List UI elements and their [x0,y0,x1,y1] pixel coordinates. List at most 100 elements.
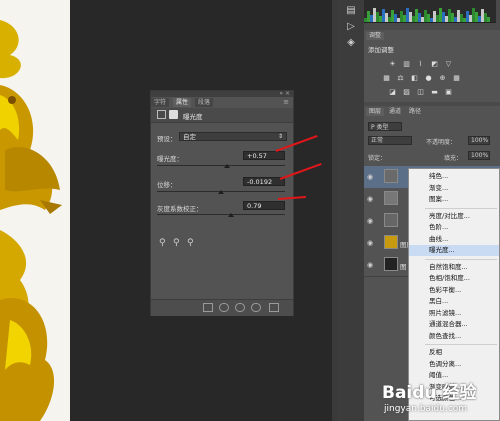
histogram-bar [487,17,490,22]
gamma-slider[interactable] [157,214,285,215]
opacity-label: 不透明度： [426,139,457,146]
tab-characters[interactable]: 字符 [151,98,170,107]
gamma-field[interactable]: 0.79 [243,201,285,210]
posterize-icon[interactable]: ▨ [402,88,411,97]
menu-item[interactable]: 图案... [409,194,499,205]
tab-paths[interactable]: 路径 [406,108,424,116]
hue-icon[interactable]: ▦ [382,74,391,83]
panel-icon-column: ▤ ▷ ◈ [338,0,365,421]
menu-item[interactable]: 通道混合器... [409,319,499,330]
history-icon[interactable]: ▤ [344,4,358,18]
preset-select[interactable]: 自定 ⇕ [179,132,287,141]
menu-item[interactable]: 亮度/对比度... [409,211,499,222]
menu-item[interactable]: 曲线... [409,234,499,245]
reset-icon[interactable] [235,303,245,312]
menu-item[interactable]: 色阶... [409,222,499,233]
layer-thumbnail [384,257,398,271]
menu-item[interactable]: 纯色... [409,171,499,182]
layer-name: 图 [400,263,407,271]
tab-adjustments[interactable]: 调整 [366,32,385,40]
menu-item[interactable]: 色相/饱和度... [409,273,499,284]
close-icon[interactable]: × [285,90,290,97]
balance-icon[interactable]: ⚖ [396,74,405,83]
curves-icon[interactable]: ⌇ [416,60,425,69]
lock-label: 锁定： [368,155,387,162]
gamma-slider-knob[interactable] [228,213,235,217]
offset-field[interactable]: -0.0192 [243,177,285,186]
menu-item[interactable]: 黑白... [409,296,499,307]
menu-item[interactable]: 反相 [409,347,499,358]
preset-value: 自定 [183,133,196,141]
tab-properties[interactable]: 属性 [173,98,192,107]
mask-icon[interactable] [169,110,178,119]
menu-item[interactable]: 颜色查找... [409,331,499,342]
offset-label: 位移： [157,181,177,189]
exposure-label: 曝光度： [157,155,183,163]
view-previous-icon[interactable] [219,303,229,312]
collapse-icon[interactable]: » [279,90,283,97]
properties-header: 曝光度 [151,108,293,123]
watermark: Baidu 经验 jingyan.baidu.com [380,378,500,421]
exposure-field[interactable]: +0.57 [243,151,285,160]
fill-field[interactable]: 100% [468,151,490,160]
color-lookup-icon[interactable]: ▦ [452,74,461,83]
watermark-brand: Baidu 经验 [382,383,477,403]
exposure-icon[interactable]: ◩ [430,60,439,69]
gradient-map-icon[interactable]: ▬ [430,88,439,97]
gray-eyedropper-icon[interactable]: ⚲ [173,238,180,248]
canvas-image[interactable] [0,0,70,421]
invert-icon[interactable]: ◪ [388,88,397,97]
clip-to-layer-icon[interactable] [203,303,213,312]
actions-icon[interactable]: ▷ [344,20,358,34]
fill-label: 填充： [444,155,463,162]
properties-panel: » × 字符 属性 段落 ≡ 曝光度 预设： 自定 ⇕ 曝光度： +0.57 位… [150,90,294,316]
eye-icon[interactable]: ◉ [367,217,373,225]
chevron-down-icon: ⇕ [277,133,283,140]
menu-item[interactable]: 照片滤镜... [409,308,499,319]
tab-channels[interactable]: 通道 [386,108,404,116]
layer-filter-select[interactable]: P 类型 [368,122,402,131]
watermark-url: jingyan.baidu.com [384,404,468,414]
visibility-icon[interactable] [251,303,261,312]
blend-mode-select[interactable]: 正常 [368,136,412,145]
adjustments-panel: 调整 添加调整 ☀ ▥ ⌇ ◩ ▽ ▦ ⚖ ◧ ● ⊕ ▦ ◪ ▨ ◫ ▬ ▣ [364,30,500,102]
opacity-field[interactable]: 100% [468,136,490,145]
gamma-label: 灰度系数校正： [157,205,203,213]
dragon-image [0,0,70,421]
menu-separator [425,344,497,345]
channel-mixer-icon[interactable]: ⊕ [438,74,447,83]
eye-icon[interactable]: ◉ [367,261,373,269]
3d-icon[interactable]: ◈ [344,36,358,50]
menu-item[interactable]: 自然饱和度... [409,262,499,273]
tab-paragraph[interactable]: 段落 [195,98,214,107]
trash-icon[interactable] [269,303,279,312]
white-eyedropper-icon[interactable]: ⚲ [187,238,194,248]
menu-item[interactable]: 曝光度... [409,245,499,256]
adjustments-subtitle: 添加调整 [368,46,394,54]
threshold-icon[interactable]: ◫ [416,88,425,97]
menu-item[interactable]: 色彩平衡... [409,285,499,296]
exposure-slider-knob[interactable] [224,164,231,168]
panel-titlebar[interactable]: » × [151,90,293,97]
layer-thumbnail [384,191,398,205]
layer-thumbnail [384,213,398,227]
bw-icon[interactable]: ◧ [410,74,419,83]
menu-separator [425,258,497,260]
black-eyedropper-icon[interactable]: ⚲ [159,238,166,248]
eye-icon[interactable]: ◉ [367,239,373,247]
photo-filter-icon[interactable]: ● [424,74,433,83]
offset-slider-knob[interactable] [218,190,224,194]
eye-icon[interactable]: ◉ [367,173,373,181]
eye-icon[interactable]: ◉ [367,195,373,203]
menu-item[interactable]: 渐变... [409,183,499,194]
preset-label: 预设： [157,135,177,143]
exposure-slider[interactable] [157,165,285,166]
menu-item[interactable]: 色调分离... [409,359,499,370]
selective-color-icon[interactable]: ▣ [444,88,453,97]
vibrance-icon[interactable]: ▽ [444,60,453,69]
panel-menu-icon[interactable]: ≡ [283,98,289,106]
properties-footer [151,299,293,316]
levels-icon[interactable]: ▥ [402,60,411,69]
tab-layers[interactable]: 图层 [366,108,385,116]
brightness-icon[interactable]: ☀ [388,60,397,69]
